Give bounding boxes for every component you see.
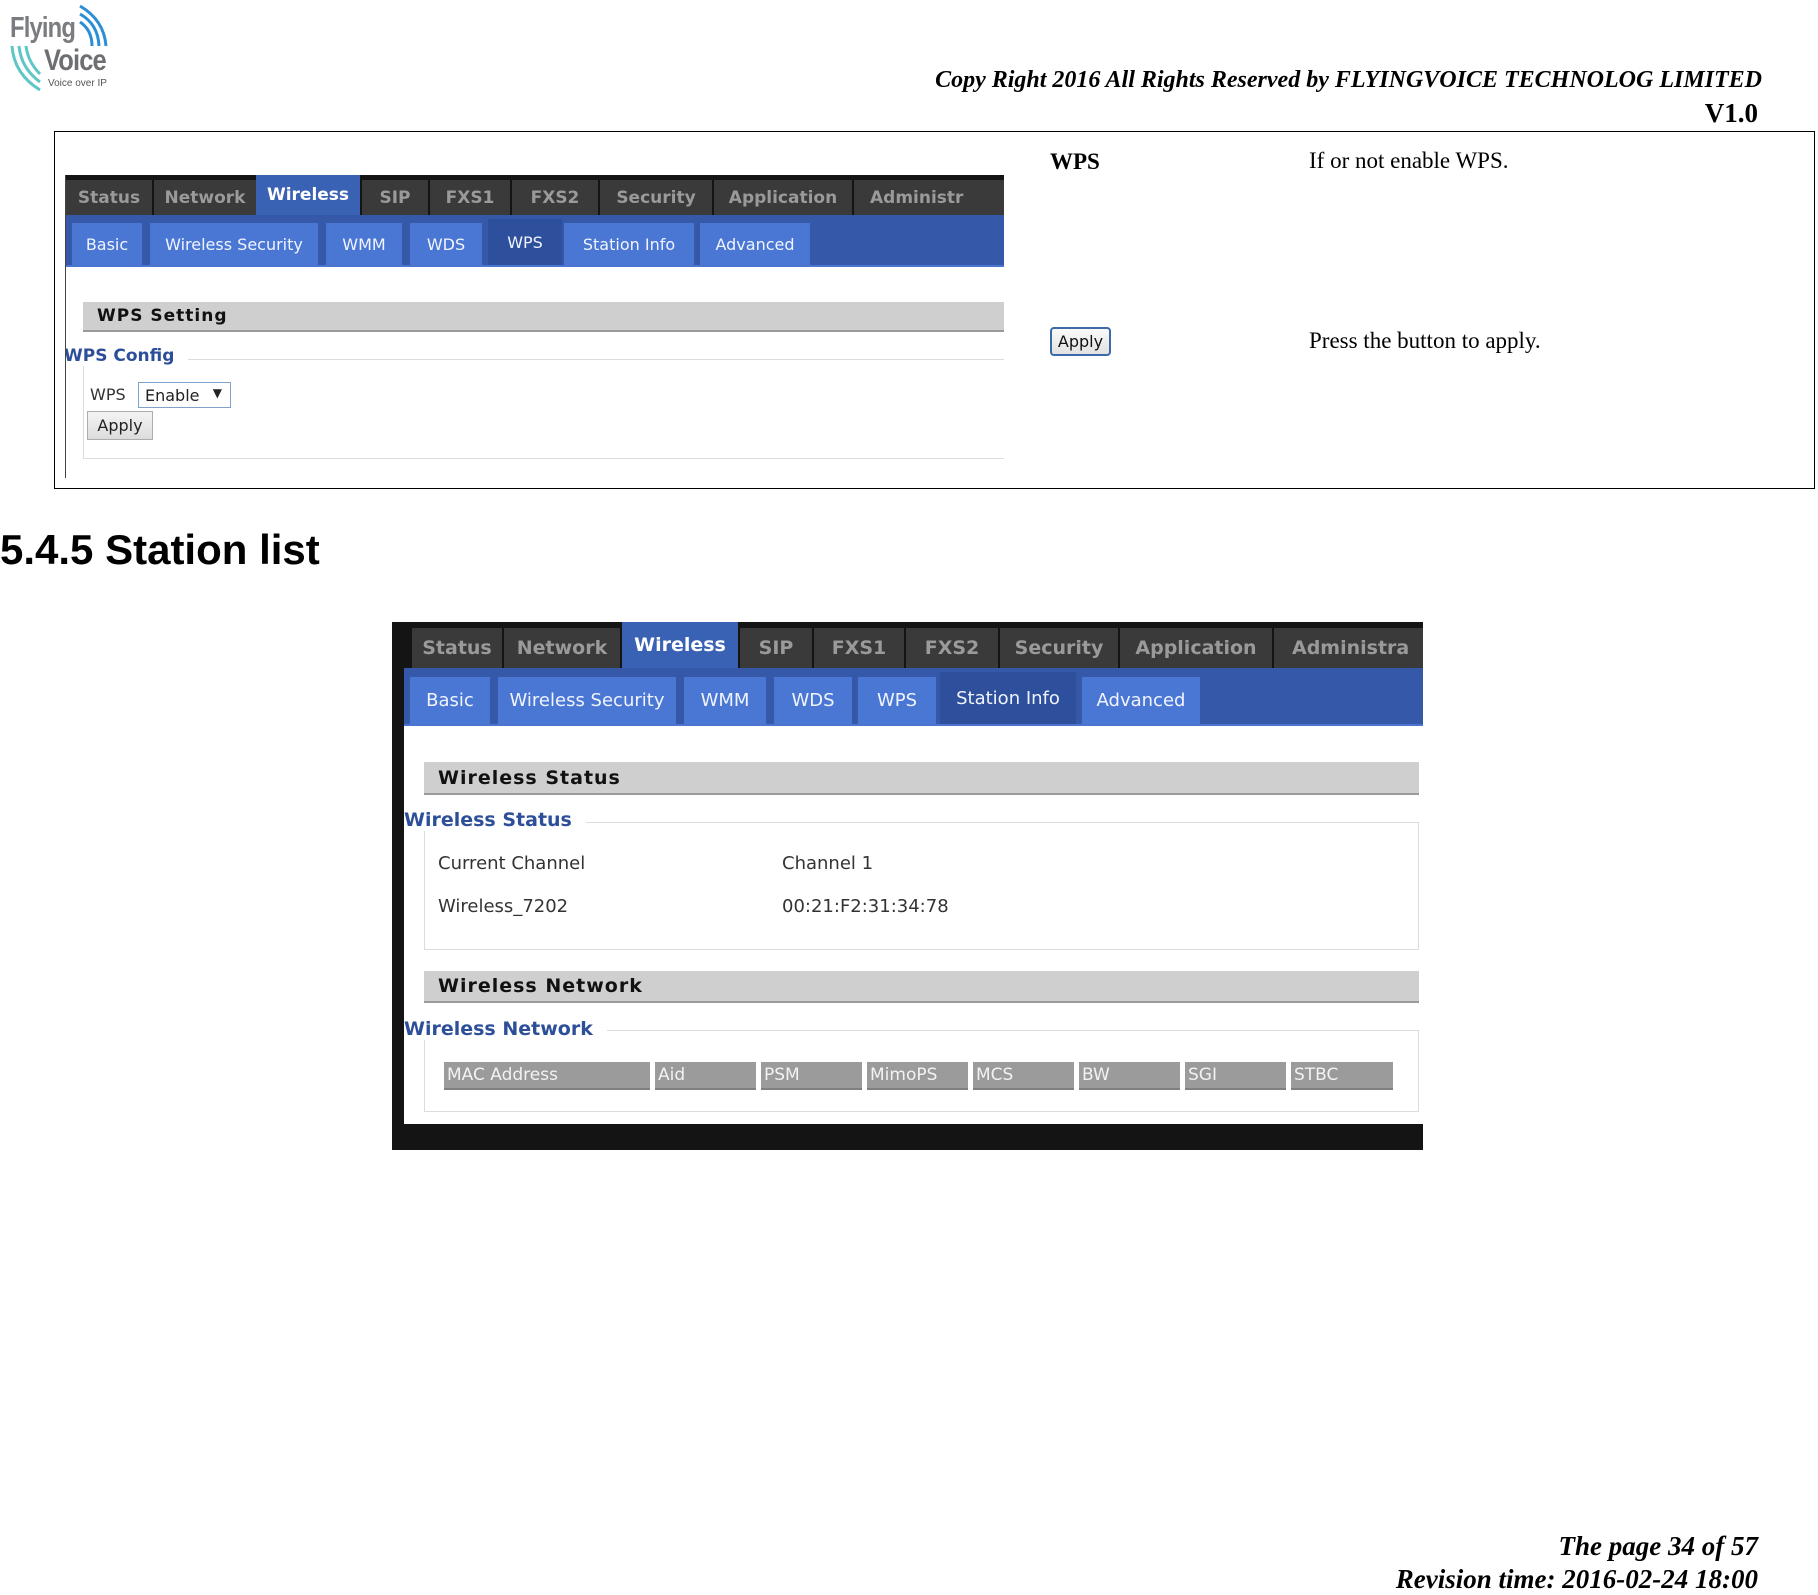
tab-network[interactable]: Network xyxy=(154,180,258,215)
tab-fxs1[interactable]: FXS1 xyxy=(430,180,512,215)
legend-wireless-network: Wireless Network xyxy=(404,1018,607,1040)
apply-button[interactable]: Apply xyxy=(87,411,153,440)
subtab-wds[interactable]: WDS xyxy=(410,223,482,265)
status-label-current-channel: Current Channel xyxy=(438,853,586,874)
col-header-mac-address: MAC Address xyxy=(444,1062,650,1090)
tab-fxs2[interactable]: FXS2 xyxy=(906,628,1000,668)
main-tab-bar: Status Network Wireless SIP FXS1 FXS2 Se… xyxy=(404,622,1423,668)
tab-sip[interactable]: SIP xyxy=(740,628,814,668)
wireless-status-fieldset xyxy=(424,822,1419,950)
subtab-wireless-security[interactable]: Wireless Security xyxy=(498,677,676,724)
sub-tab-bar: Basic Wireless Security WMM WDS WPS Stat… xyxy=(66,215,1004,267)
subtab-wds[interactable]: WDS xyxy=(774,677,852,724)
col-header-aid: Aid xyxy=(655,1062,756,1090)
subtab-wmm[interactable]: WMM xyxy=(326,223,402,265)
header-copyright: Copy Right 2016 All Rights Reserved by F… xyxy=(935,67,1762,93)
tab-wireless[interactable]: Wireless xyxy=(622,622,740,668)
wps-settings-screenshot: Status Network Wireless SIP FXS1 FXS2 Se… xyxy=(65,175,1004,478)
subtab-advanced[interactable]: Advanced xyxy=(1082,677,1200,724)
field-name-wps: WPS xyxy=(1050,149,1100,174)
footer-page-number: The page 34 of 57 xyxy=(1558,1531,1758,1561)
subtab-wmm[interactable]: WMM xyxy=(684,677,766,724)
col-header-mcs: MCS xyxy=(973,1062,1074,1090)
section-header-wireless-status: Wireless Status xyxy=(424,762,1419,795)
subtab-station-info[interactable]: Station Info xyxy=(564,223,694,265)
dropdown-arrow-icon: ▼ xyxy=(212,386,222,400)
col-header-sgi: SGI xyxy=(1185,1062,1286,1090)
logo-tagline: Voice over IP xyxy=(48,78,107,89)
header-version: V1.0 xyxy=(1704,98,1758,128)
field-desc-apply: Press the button to apply. xyxy=(1309,328,1541,353)
flyingvoice-logo: Flying Voice Voice over IP xyxy=(8,2,118,94)
station-info-screenshot: Status Network Wireless SIP FXS1 FXS2 Se… xyxy=(392,622,1423,1150)
wps-field-label: WPS xyxy=(90,385,126,404)
field-desc-wps: If or not enable WPS. xyxy=(1309,148,1509,173)
wps-enable-select[interactable]: Enable ▼ xyxy=(138,382,231,408)
tab-administration[interactable]: Administra xyxy=(1274,628,1423,668)
tab-fxs1[interactable]: FXS1 xyxy=(814,628,906,668)
section-heading: 5.4.5 Station list xyxy=(0,526,320,573)
status-value-current-channel: Channel 1 xyxy=(782,853,874,874)
subtab-basic[interactable]: Basic xyxy=(72,223,142,265)
legend-wps-config: WPS Config xyxy=(66,346,189,366)
tab-security[interactable]: Security xyxy=(1000,628,1120,668)
subtab-advanced[interactable]: Advanced xyxy=(700,223,810,265)
subtab-wireless-security[interactable]: Wireless Security xyxy=(150,223,318,265)
tab-sip[interactable]: SIP xyxy=(362,180,430,215)
col-header-bw: BW xyxy=(1079,1062,1180,1090)
tab-security[interactable]: Security xyxy=(600,180,714,215)
col-header-stbc: STBC xyxy=(1291,1062,1393,1090)
col-header-psm: PSM xyxy=(761,1062,862,1090)
tab-fxs2[interactable]: FXS2 xyxy=(512,180,600,215)
tab-status[interactable]: Status xyxy=(412,628,504,668)
tab-network[interactable]: Network xyxy=(504,628,622,668)
tab-wireless[interactable]: Wireless xyxy=(256,175,362,215)
tab-application[interactable]: Application xyxy=(714,180,854,215)
logo-text-flying: Flying xyxy=(10,12,76,44)
status-value-mac: 00:21:F2:31:34:78 xyxy=(782,896,949,917)
status-label-ssid: Wireless_7202 xyxy=(438,896,569,917)
subtab-basic[interactable]: Basic xyxy=(410,677,490,724)
sub-tab-bar: Basic Wireless Security WMM WDS WPS Stat… xyxy=(404,668,1423,726)
subtab-station-info[interactable]: Station Info xyxy=(940,672,1076,724)
apply-button-sample[interactable]: Apply xyxy=(1050,327,1111,356)
tab-administration[interactable]: Administr xyxy=(854,180,1004,215)
logo-text-voice: Voice xyxy=(44,44,107,77)
section-header-wps-setting: WPS Setting xyxy=(83,302,1004,332)
main-tab-bar: Status Network Wireless SIP FXS1 FXS2 Se… xyxy=(66,175,1004,215)
footer-revision-time: Revision time: 2016-02-24 18:00 xyxy=(1395,1564,1758,1594)
subtab-wps[interactable]: WPS xyxy=(858,677,936,724)
subtab-wps[interactable]: WPS xyxy=(488,219,562,265)
wps-config-fieldset xyxy=(83,359,1004,459)
tab-application[interactable]: Application xyxy=(1120,628,1274,668)
col-header-mimops: MimoPS xyxy=(867,1062,968,1090)
legend-wireless-status: Wireless Status xyxy=(404,809,586,831)
tab-status[interactable]: Status xyxy=(66,180,154,215)
wps-select-value: Enable xyxy=(145,385,200,405)
section-header-wireless-network: Wireless Network xyxy=(424,971,1419,1003)
